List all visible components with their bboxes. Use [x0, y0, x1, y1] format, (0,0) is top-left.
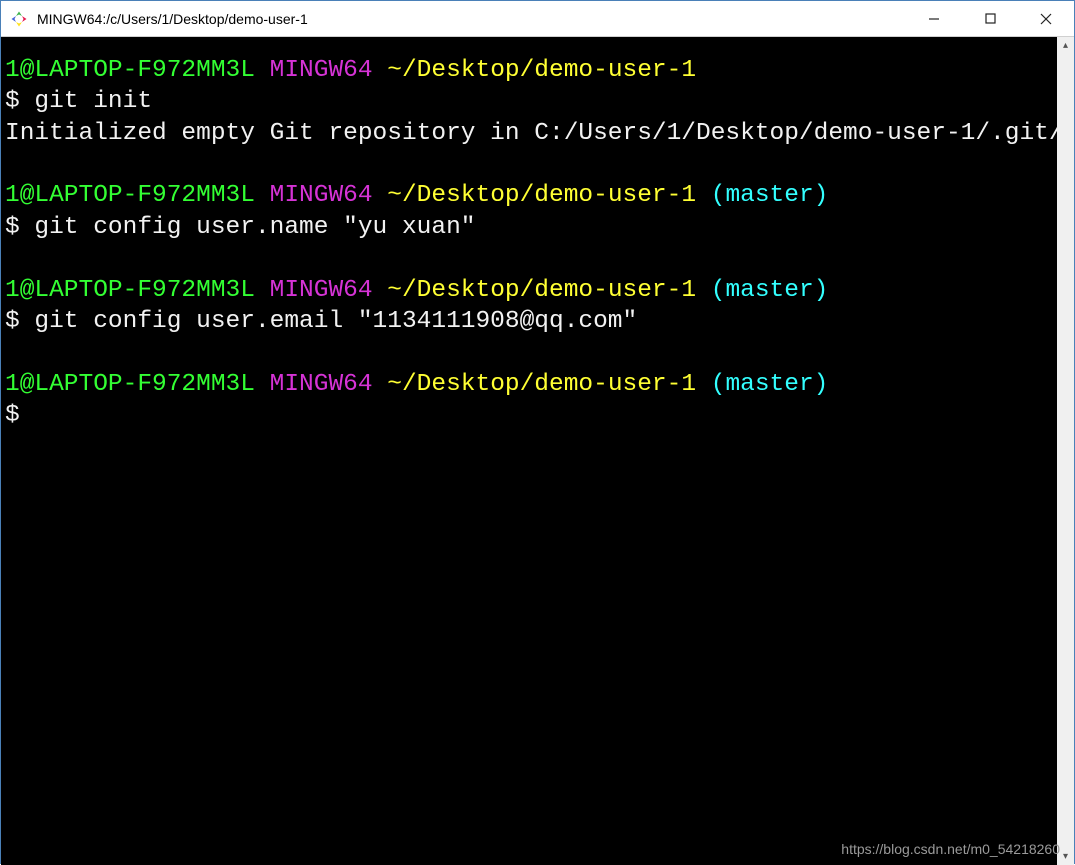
prompt-user: 1@LAPTOP-F972MM3L — [5, 182, 255, 209]
prompt-env: MINGW64 — [270, 182, 373, 209]
prompt-env: MINGW64 — [270, 277, 373, 304]
prompt-symbol: $ — [5, 214, 20, 241]
scroll-up-icon[interactable]: ▴ — [1057, 37, 1074, 54]
prompt-env: MINGW64 — [270, 371, 373, 398]
output-text: Initialized empty Git repository in C:/U… — [5, 120, 1064, 147]
prompt-branch: master) — [725, 277, 828, 304]
prompt-paren: ( — [711, 277, 726, 304]
minimize-button[interactable] — [906, 1, 962, 36]
terminal-container: 1@LAPTOP-F972MM3L MINGW64 ~/Desktop/demo… — [1, 37, 1074, 865]
titlebar: MINGW64:/c/Users/1/Desktop/demo-user-1 — [1, 1, 1074, 37]
prompt-branch-part: aster) — [740, 182, 828, 209]
prompt-path: ~/Desktop/demo-user-1 — [387, 277, 696, 304]
prompt-symbol: $ — [5, 308, 20, 335]
window-controls — [906, 1, 1074, 36]
close-button[interactable] — [1018, 1, 1074, 36]
prompt-branch-part: m — [725, 182, 740, 209]
prompt-symbol: $ — [5, 88, 20, 115]
prompt-user: 1@LAPTOP-F972MM3L — [5, 57, 255, 84]
command-text: git init — [20, 88, 152, 115]
prompt-path: ~/Desktop/demo-user-1 — [387, 182, 696, 209]
prompt-user: 1@LAPTOP-F972MM3L — [5, 371, 255, 398]
terminal[interactable]: 1@LAPTOP-F972MM3L MINGW64 ~/Desktop/demo… — [1, 37, 1074, 865]
prompt-path: ~/Desktop/demo-user-1 — [387, 57, 696, 84]
prompt-paren: ( — [711, 371, 726, 398]
app-icon — [9, 9, 29, 29]
command-text: git config user.name "yu xuan" — [20, 214, 476, 241]
prompt-symbol: $ — [5, 402, 20, 429]
prompt-env: MINGW64 — [270, 57, 373, 84]
prompt-path: ~/Desktop/demo-user-1 — [387, 371, 696, 398]
command-text: git config user.email "1134111908@qq.com… — [20, 308, 638, 335]
prompt-user: 1@LAPTOP-F972MM3L — [5, 277, 255, 304]
watermark-text: https://blog.csdn.net/m0_54218260 — [841, 841, 1060, 857]
window-title: MINGW64:/c/Users/1/Desktop/demo-user-1 — [37, 11, 308, 27]
prompt-paren: ( — [711, 182, 726, 209]
scrollbar[interactable]: ▴ ▾ — [1057, 37, 1074, 865]
maximize-button[interactable] — [962, 1, 1018, 36]
prompt-branch: master) — [725, 371, 828, 398]
